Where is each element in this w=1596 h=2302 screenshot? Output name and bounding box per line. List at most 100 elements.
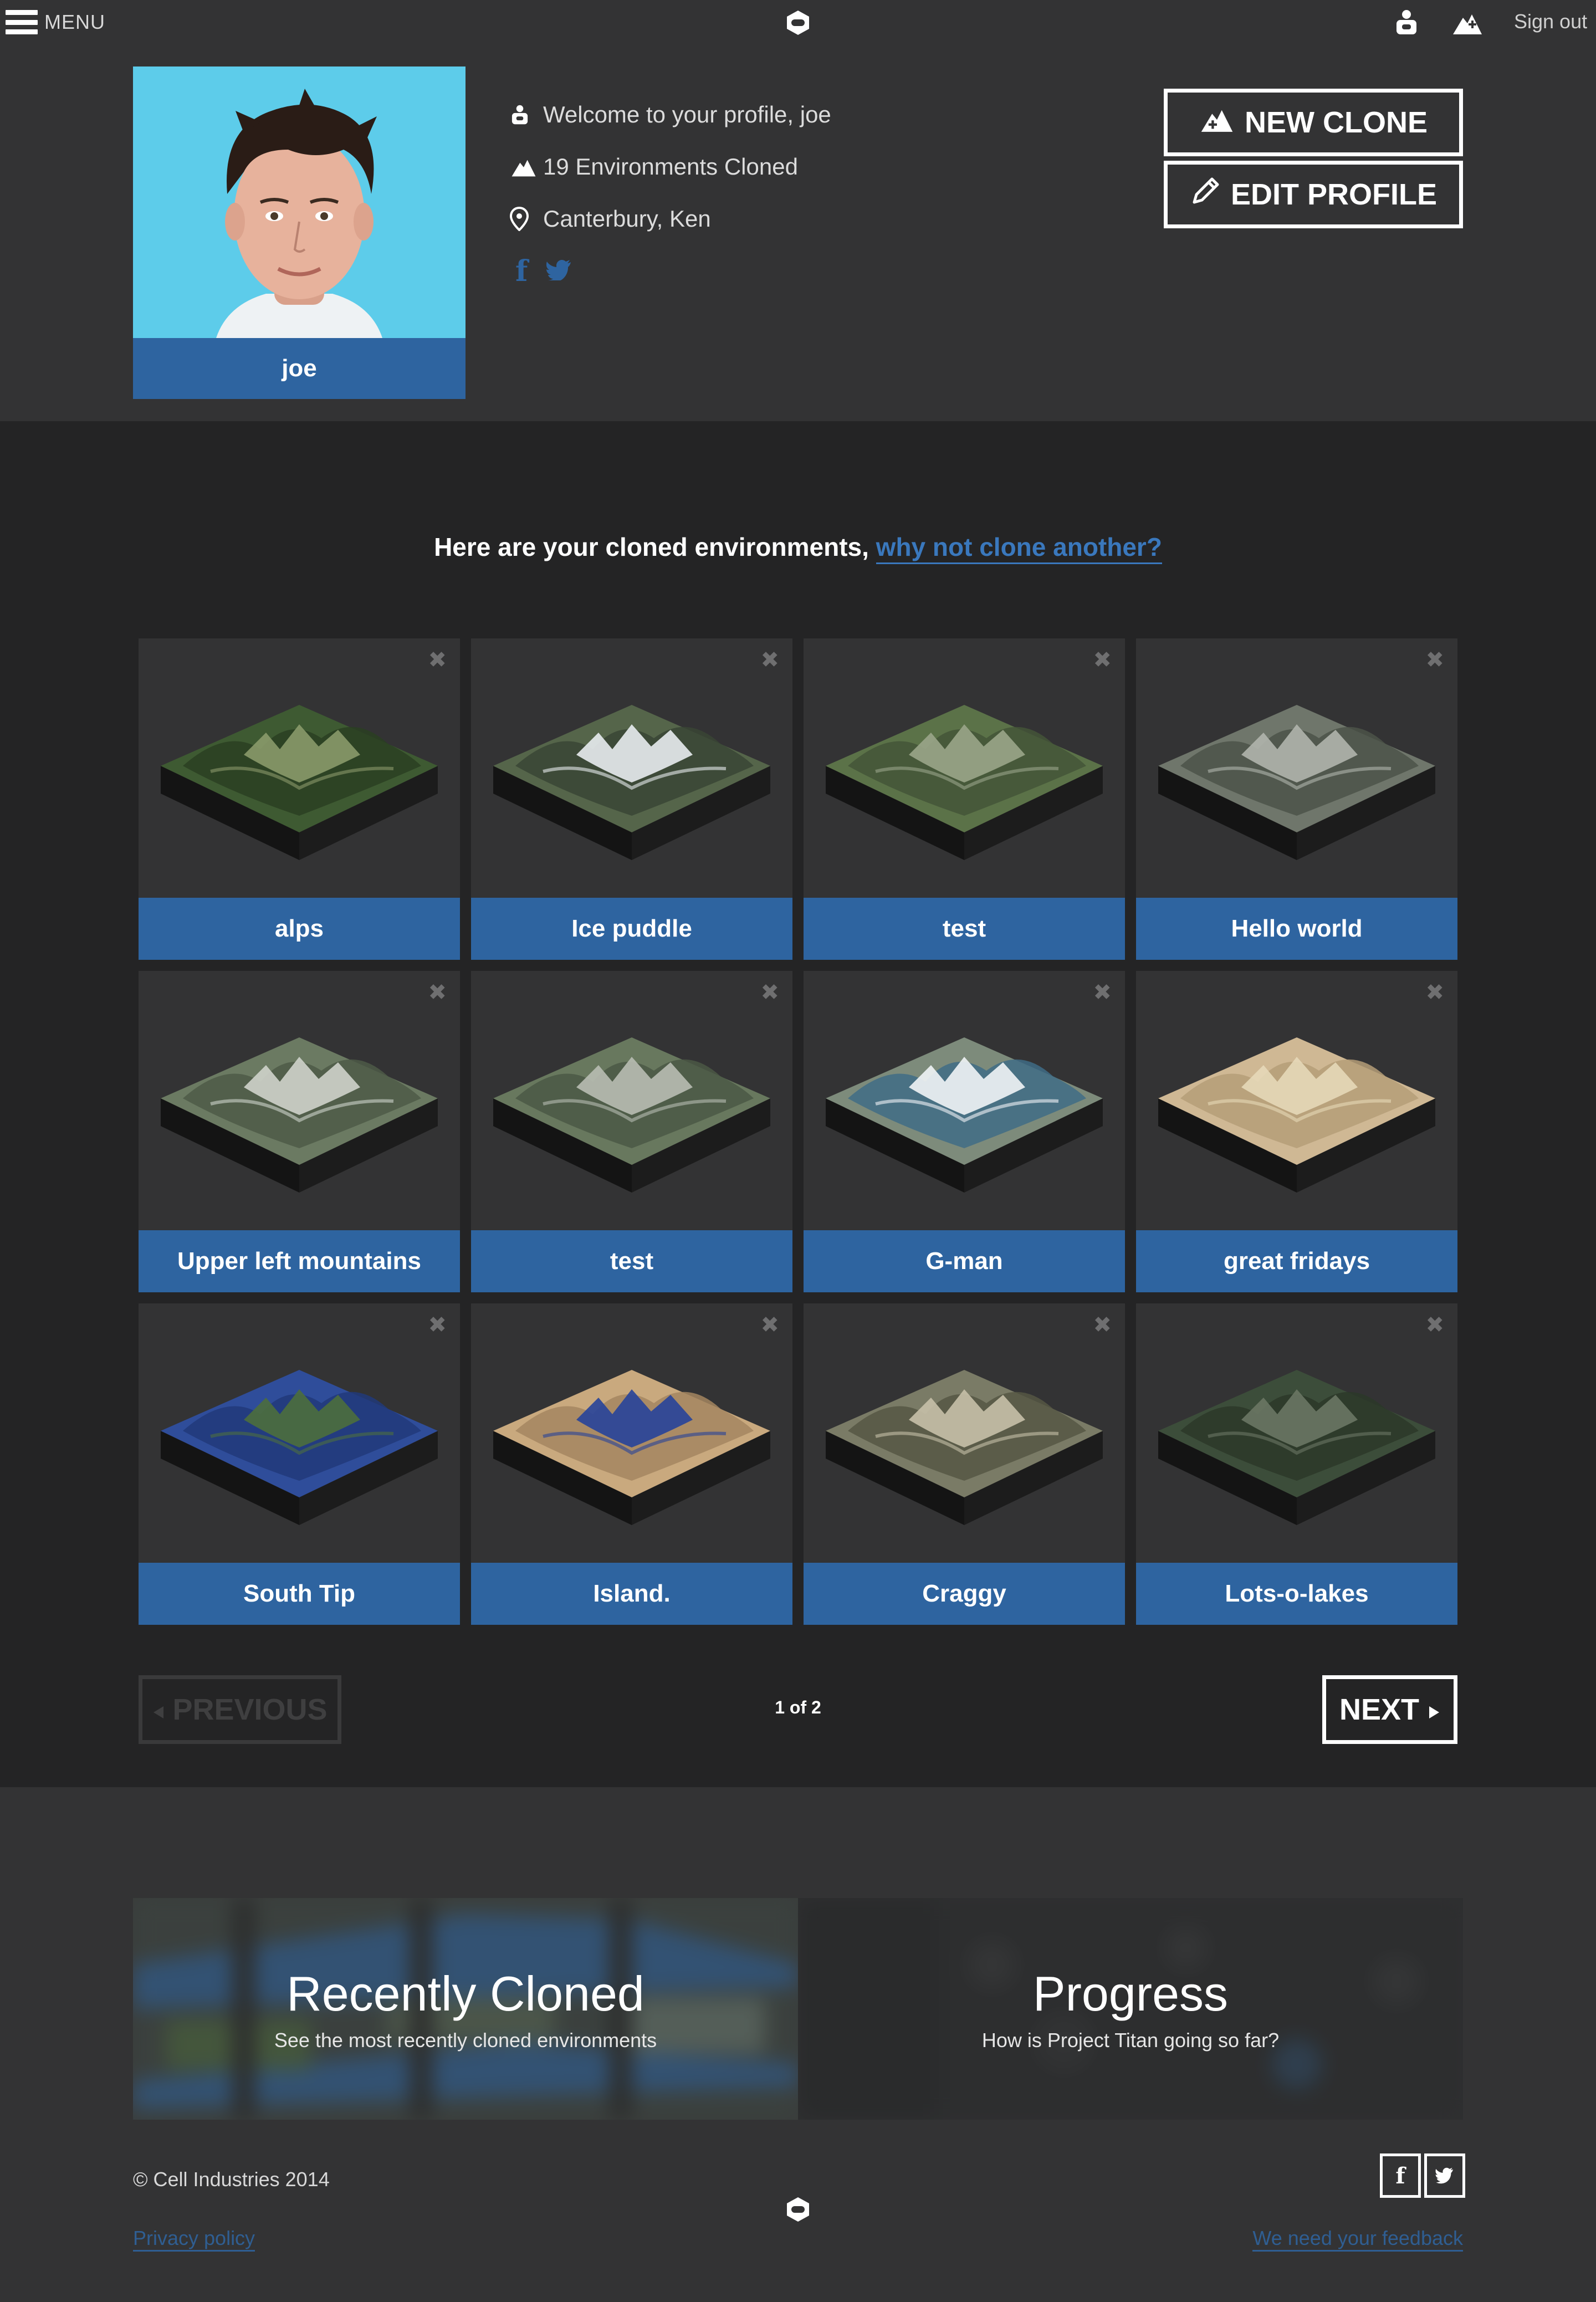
- environment-name[interactable]: Upper left mountains: [139, 1230, 460, 1292]
- terrain-thumbnail[interactable]: [493, 1037, 770, 1204]
- delete-environment-icon[interactable]: ✖: [1093, 980, 1112, 1005]
- clone-another-link[interactable]: why not clone another?: [876, 533, 1162, 564]
- environment-name[interactable]: Island.: [471, 1563, 792, 1625]
- delete-environment-icon[interactable]: ✖: [760, 980, 779, 1005]
- recently-cloned-subtitle: See the most recently cloned environment…: [274, 2029, 657, 2052]
- environment-name[interactable]: Ice puddle: [471, 898, 792, 960]
- next-label: NEXT: [1339, 1693, 1420, 1726]
- environment-card[interactable]: ✖ South Tip: [139, 1303, 460, 1625]
- environment-card[interactable]: ✖ alps: [139, 638, 460, 960]
- terrain-thumbnail[interactable]: [161, 1037, 438, 1204]
- profile-info: Welcome to your profile, joe 19 Environm…: [510, 89, 831, 297]
- environment-name[interactable]: Hello world: [1136, 898, 1457, 960]
- location-text: Canterbury, Ken: [543, 206, 711, 232]
- avatar-username: joe: [133, 338, 466, 399]
- environment-name[interactable]: great fridays: [1136, 1230, 1457, 1292]
- new-clone-label: NEW CLONE: [1245, 106, 1428, 139]
- delete-environment-icon[interactable]: ✖: [428, 647, 447, 673]
- environment-card[interactable]: ✖ test: [471, 971, 792, 1292]
- environment-card[interactable]: ✖ Hello world: [1136, 638, 1457, 960]
- delete-environment-icon[interactable]: ✖: [1093, 647, 1112, 673]
- twitter-icon[interactable]: [1424, 2153, 1465, 2198]
- delete-environment-icon[interactable]: ✖: [1425, 647, 1444, 673]
- copyright: © Cell Industries 2014: [133, 2168, 330, 2191]
- terrain-thumbnail[interactable]: [826, 705, 1103, 871]
- new-clone-mountain-icon[interactable]: [1452, 10, 1483, 38]
- privacy-policy-link[interactable]: Privacy policy: [133, 2227, 255, 2252]
- environment-card[interactable]: ✖ Craggy: [804, 1303, 1125, 1625]
- environment-card[interactable]: ✖ G-man: [804, 971, 1125, 1292]
- environments-count-text: 19 Environments Cloned: [543, 154, 798, 180]
- environment-name[interactable]: Craggy: [804, 1563, 1125, 1625]
- terrain-thumbnail[interactable]: [826, 1370, 1103, 1536]
- footer-logo-icon[interactable]: [784, 2196, 812, 2226]
- environment-card[interactable]: ✖ great fridays: [1136, 971, 1457, 1292]
- environment-card[interactable]: ✖ Ice puddle: [471, 638, 792, 960]
- environments-section: Here are your cloned environments, why n…: [0, 421, 1596, 1787]
- delete-environment-icon[interactable]: ✖: [428, 980, 447, 1005]
- environments-intro-text: Here are your cloned environments,: [434, 533, 869, 561]
- location-pin-icon: [510, 207, 543, 231]
- environment-name[interactable]: Lots-o-lakes: [1136, 1563, 1457, 1625]
- delete-environment-icon[interactable]: ✖: [1425, 1312, 1444, 1338]
- environment-name[interactable]: test: [804, 898, 1125, 960]
- environment-name[interactable]: test: [471, 1230, 792, 1292]
- progress-subtitle: How is Project Titan going so far?: [981, 2029, 1280, 2052]
- terrain-thumbnail[interactable]: [826, 1037, 1103, 1204]
- mountain-icon: [510, 156, 543, 177]
- twitter-icon[interactable]: [546, 259, 572, 283]
- edit-profile-label: EDIT PROFILE: [1230, 178, 1437, 211]
- top-bar: MENU Sign out: [0, 0, 1596, 44]
- avatar-card: joe: [133, 66, 466, 399]
- terrain-thumbnail[interactable]: [493, 705, 770, 871]
- triangle-right-icon: [1428, 1692, 1440, 1727]
- next-button[interactable]: NEXT: [1322, 1675, 1457, 1744]
- terrain-thumbnail[interactable]: [161, 1370, 438, 1536]
- delete-environment-icon[interactable]: ✖: [760, 647, 779, 673]
- environment-name[interactable]: G-man: [804, 1230, 1125, 1292]
- feedback-link[interactable]: We need your feedback: [1252, 2227, 1463, 2252]
- hamburger-icon: [6, 10, 38, 34]
- profile-social-links: f: [515, 245, 831, 297]
- menu-button[interactable]: MENU: [6, 10, 105, 34]
- recently-cloned-title: Recently Cloned: [287, 1966, 644, 2021]
- cell-logo-icon[interactable]: [784, 9, 812, 39]
- menu-label: MENU: [44, 11, 105, 33]
- promo-section: Recently Cloned See the most recently cl…: [0, 1787, 1596, 2302]
- user-icon[interactable]: [1394, 9, 1419, 38]
- environment-name[interactable]: alps: [139, 898, 460, 960]
- delete-environment-icon[interactable]: ✖: [428, 1312, 447, 1338]
- terrain-thumbnail[interactable]: [1158, 705, 1435, 871]
- environment-name[interactable]: South Tip: [139, 1563, 460, 1625]
- new-clone-mountain-icon: [1199, 105, 1235, 140]
- environment-card[interactable]: ✖ Upper left mountains: [139, 971, 460, 1292]
- welcome-text: Welcome to your profile, joe: [543, 101, 831, 127]
- terrain-thumbnail[interactable]: [1158, 1370, 1435, 1536]
- terrain-thumbnail[interactable]: [493, 1370, 770, 1536]
- welcome-row: Welcome to your profile, joe: [510, 89, 831, 141]
- new-clone-button[interactable]: NEW CLONE: [1164, 89, 1463, 156]
- sign-out-link[interactable]: Sign out: [1514, 10, 1587, 33]
- recently-cloned-text: Recently Cloned See the most recently cl…: [133, 1898, 798, 2120]
- footer-social-links: f: [1380, 2153, 1465, 2198]
- previous-label: PREVIOUS: [172, 1693, 328, 1726]
- recently-cloned-card[interactable]: Recently Cloned See the most recently cl…: [133, 1898, 798, 2120]
- delete-environment-icon[interactable]: ✖: [1425, 980, 1444, 1005]
- user-icon: [510, 103, 543, 126]
- environments-intro: Here are your cloned environments, why n…: [0, 532, 1596, 564]
- terrain-thumbnail[interactable]: [161, 705, 438, 871]
- edit-profile-button[interactable]: EDIT PROFILE: [1164, 161, 1463, 228]
- previous-button: PREVIOUS: [139, 1675, 341, 1744]
- progress-title: Progress: [1032, 1966, 1229, 2021]
- terrain-thumbnail[interactable]: [1158, 1037, 1435, 1204]
- location-row: Canterbury, Ken: [510, 193, 831, 245]
- environments-count-row: 19 Environments Cloned: [510, 141, 831, 193]
- environment-card[interactable]: ✖ Island.: [471, 1303, 792, 1625]
- environment-card[interactable]: ✖ Lots-o-lakes: [1136, 1303, 1457, 1625]
- environment-card[interactable]: ✖ test: [804, 638, 1125, 960]
- facebook-icon[interactable]: f: [515, 254, 528, 288]
- delete-environment-icon[interactable]: ✖: [1093, 1312, 1112, 1338]
- facebook-icon[interactable]: f: [1380, 2153, 1421, 2198]
- progress-card[interactable]: Progress How is Project Titan going so f…: [798, 1898, 1463, 2120]
- delete-environment-icon[interactable]: ✖: [760, 1312, 779, 1338]
